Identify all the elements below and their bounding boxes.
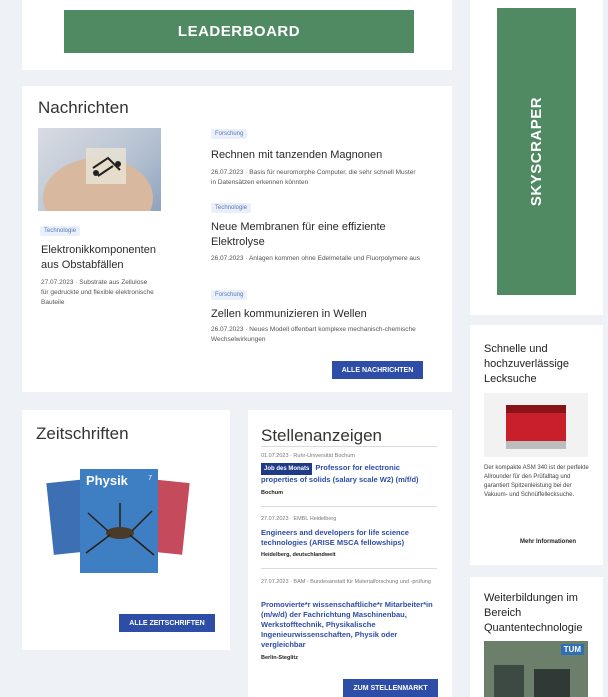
job-of-month-badge: Job des Monats: [261, 463, 313, 475]
job-location: Bochum: [261, 490, 283, 496]
news-feature-tag[interactable]: Technologie: [40, 226, 81, 236]
news-heading: Nachrichten: [38, 98, 129, 117]
person-silhouette: [494, 665, 524, 697]
news-item-desc: 26.07.2023 · Basis für neuromorphe Compu…: [211, 169, 416, 186]
journals-heading: Zeitschriften: [36, 424, 129, 443]
news-feature-headline[interactable]: Elektronikkomponenten aus Obstabfällen: [41, 243, 166, 273]
ad-description: Der kompakte ASM 340 ist der perfekte Al…: [484, 465, 589, 498]
job-location: Berlin-Steglitz: [261, 655, 298, 661]
device-icon: [506, 405, 566, 449]
news-item-tag[interactable]: Forschung: [211, 290, 248, 300]
mosquito-icon: [85, 503, 155, 556]
training-image[interactable]: TUM: [484, 641, 588, 697]
ad-title[interactable]: Weiterbildungen im Bereich Quantentechno…: [484, 591, 594, 636]
chip-on-finger-image: [43, 148, 153, 211]
news-item-headline[interactable]: Rechnen mit tanzenden Magnonen: [211, 148, 421, 163]
job-market-button[interactable]: ZUM STELLENMARKT: [343, 679, 438, 697]
leak-detector-image[interactable]: [484, 393, 588, 457]
ad-title[interactable]: Schnelle und hochzuverlässige Lecksuche: [484, 342, 594, 387]
job-meta: 01.07.2023 · Ruhr-Universität Bochum: [261, 453, 355, 459]
journal-cover-title: Physik: [86, 473, 128, 488]
news-item-headline[interactable]: Neue Membranen für eine effiziente Elekt…: [211, 220, 421, 250]
job-title-link[interactable]: Engineers and developers for life scienc…: [261, 528, 437, 548]
skyscraper-label: SKYSCRAPER: [528, 96, 545, 207]
news-feature-desc: 27.07.2023 · Substrate aus Zellulose für…: [41, 279, 154, 306]
news-item-desc: 26.07.2023 · Neues Modell offenbart komp…: [211, 326, 416, 343]
jobs-heading: Stellenanzeigen: [261, 426, 382, 445]
job-title-link[interactable]: Job des Monats Professor for electronic p…: [261, 463, 437, 485]
person-silhouette: [534, 669, 570, 697]
more-info-link[interactable]: Mehr Informationen: [520, 539, 576, 545]
all-news-button[interactable]: ALLE NACHRICHTEN: [332, 361, 423, 379]
journal-cover-front: Physik 7: [80, 469, 158, 573]
news-item-headline[interactable]: Zellen kommunizieren in Wellen: [211, 307, 421, 322]
job-location: Heidelberg, deutschlandweit: [261, 552, 336, 558]
news-item-tag[interactable]: Forschung: [211, 129, 248, 139]
all-journals-button[interactable]: ALLE ZEITSCHRIFTEN: [119, 614, 215, 632]
news-feature-image[interactable]: [38, 128, 161, 211]
divider: [261, 506, 437, 507]
skyscraper-banner[interactable]: SKYSCRAPER: [497, 8, 576, 295]
journal-cover-issue: 7: [148, 475, 152, 482]
leaderboard-banner[interactable]: LEADERBOARD: [64, 10, 414, 53]
news-item-desc: 26.07.2023 · Anlagen kommen ohne Edelmet…: [211, 255, 420, 262]
news-item-tag[interactable]: Technologie: [211, 203, 252, 213]
divider: [261, 568, 437, 569]
tum-logo: TUM: [560, 644, 584, 655]
journal-covers-image[interactable]: Physik 7: [46, 463, 190, 573]
job-meta: 27.07.2023 · EMBL Heidelberg: [261, 516, 337, 522]
job-meta: 27.07.2023 · BAM - Bundesanstalt für Mat…: [261, 579, 431, 585]
divider: [261, 446, 437, 447]
job-title-link[interactable]: Promovierte*r wissenschaftliche*r Mitarb…: [261, 600, 437, 650]
